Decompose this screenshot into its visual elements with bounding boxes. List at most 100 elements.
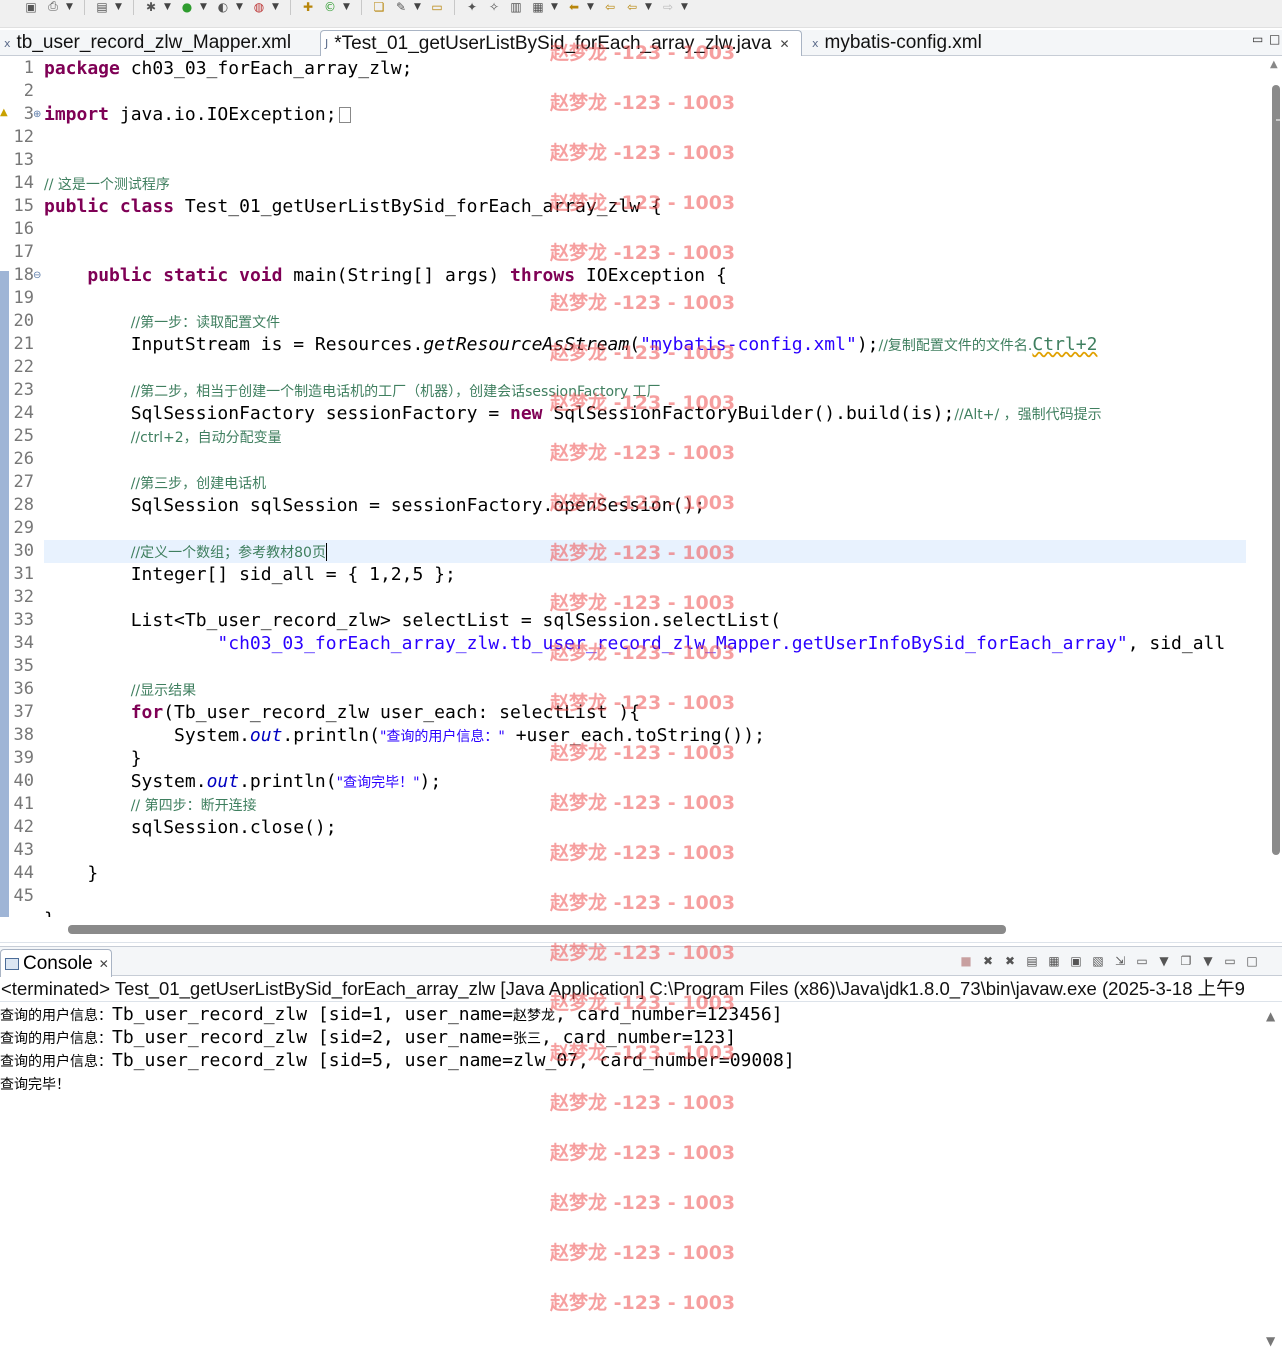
last-edit-icon[interactable]: ⬅ bbox=[565, 0, 583, 16]
close-icon[interactable]: ✕ bbox=[779, 37, 789, 51]
code-line: for(Tb_user_record_zlw user_each: select… bbox=[44, 701, 640, 724]
forward-icon[interactable]: ⇨ bbox=[659, 0, 677, 16]
console-vertical-scrollbar[interactable]: ▲ ▼ bbox=[1262, 1003, 1282, 1350]
line-number: 34 bbox=[13, 633, 34, 653]
comment: // 第四步：断开连接 bbox=[130, 798, 257, 814]
toolbar-separator bbox=[454, 0, 455, 15]
new-package-icon[interactable]: ✚ bbox=[299, 0, 317, 16]
code-area[interactable]: package ch03_03_forEach_array_zlw; impor… bbox=[44, 57, 1246, 917]
code-editor[interactable]: ▲ ⊕ ⊖ 1 2 3 12 13 14 15 16 17 18 19 20 2… bbox=[0, 57, 1282, 917]
chevron-down-icon[interactable]: ▼ bbox=[200, 2, 210, 12]
scroll-up-icon[interactable]: ▲ bbox=[1266, 1009, 1275, 1023]
chevron-down-icon[interactable]: ▼ bbox=[1200, 953, 1216, 969]
open-type-icon[interactable]: ❏ bbox=[370, 0, 388, 16]
chevron-down-icon[interactable]: ▼ bbox=[236, 2, 246, 12]
code-text: .println( bbox=[239, 771, 337, 792]
external-tools-icon[interactable]: ◍ bbox=[250, 0, 268, 16]
console-line: 查询完毕！ bbox=[0, 1072, 70, 1095]
chevron-down-icon[interactable]: ▼ bbox=[587, 2, 597, 12]
maximize-icon[interactable]: □ bbox=[1269, 32, 1280, 46]
code-line: } bbox=[44, 908, 55, 917]
run-icon[interactable]: ● bbox=[178, 0, 196, 16]
scroll-lock-icon[interactable]: ▦ bbox=[1046, 953, 1062, 969]
console-text: 查询的用户信息： bbox=[0, 1054, 112, 1070]
back-icon[interactable]: ⇦ bbox=[601, 0, 619, 16]
code-line: } bbox=[44, 862, 98, 885]
back-icon[interactable]: ⇦ bbox=[623, 0, 641, 16]
line-number: 26 bbox=[13, 449, 34, 469]
close-icon[interactable]: ✕ bbox=[99, 957, 109, 971]
editor-vertical-scrollbar[interactable]: ▲ bbox=[1248, 57, 1282, 917]
chevron-down-icon[interactable]: ▼ bbox=[66, 2, 76, 12]
code-line: public class Test_01_getUserListBySid_fo… bbox=[44, 195, 662, 218]
debug-icon[interactable]: ✱ bbox=[142, 0, 160, 16]
fold-collapse-icon[interactable]: ⊖ bbox=[33, 270, 41, 281]
scroll-down-icon[interactable]: ▼ bbox=[1266, 1334, 1275, 1348]
editor-horizontal-scrollbar[interactable] bbox=[0, 917, 1282, 943]
minimize-icon[interactable]: ▭ bbox=[1222, 953, 1238, 969]
scrollbar-thumb[interactable] bbox=[1272, 85, 1280, 855]
keyword: throws bbox=[510, 265, 576, 286]
tab-console[interactable]: Console ✕ bbox=[0, 949, 112, 977]
scroll-up-icon[interactable]: ▲ bbox=[1270, 59, 1278, 70]
code-text: java.io.IOException; bbox=[109, 104, 337, 125]
code-line: SqlSessionFactory sessionFactory = new S… bbox=[44, 402, 1102, 425]
code-text: SqlSessionFactory sessionFactory = bbox=[130, 403, 510, 424]
code-text: SqlSessionFactoryBuilder().build(is); bbox=[542, 403, 955, 424]
chevron-down-icon[interactable]: ▼ bbox=[1156, 953, 1172, 969]
minimize-icon[interactable]: ▭ bbox=[1252, 32, 1263, 46]
folded-imports-icon[interactable] bbox=[338, 107, 351, 123]
open-folder-icon[interactable]: ▭ bbox=[428, 0, 446, 16]
next-annotation-icon[interactable]: ✦ bbox=[463, 0, 481, 16]
tab-mapper-xml[interactable]: x tb_user_record_zlw_Mapper.xml bbox=[0, 30, 318, 56]
chevron-down-icon[interactable]: ▼ bbox=[681, 2, 691, 12]
print-icon[interactable]: ⎙ bbox=[44, 0, 62, 16]
code-text: System. bbox=[130, 771, 207, 792]
chevron-down-icon[interactable]: ▼ bbox=[272, 2, 282, 12]
chevron-down-icon[interactable]: ▼ bbox=[551, 2, 561, 12]
console-output[interactable]: 查询的用户信息：Tb_user_record_zlw [sid=1, user_… bbox=[0, 1003, 1262, 1350]
line-number: 18 bbox=[13, 265, 34, 285]
line-number: 30 bbox=[13, 541, 34, 561]
coverage-icon[interactable]: ◐ bbox=[214, 0, 232, 16]
clear-console-icon[interactable]: ▤ bbox=[1024, 953, 1040, 969]
tab-mybatis-config[interactable]: x mybatis-config.xml bbox=[808, 30, 1023, 56]
code-text: IOException { bbox=[575, 265, 727, 286]
chevron-down-icon[interactable]: ▼ bbox=[164, 2, 174, 12]
static-field: out bbox=[249, 725, 283, 746]
scrollbar-thumb[interactable] bbox=[68, 925, 1006, 934]
save-icon[interactable]: ▣ bbox=[22, 0, 40, 16]
maximize-icon[interactable]: □ bbox=[1244, 953, 1260, 969]
pin-console-icon[interactable]: ⇲ bbox=[1112, 953, 1128, 969]
comment: //复制配置文件的文件名. bbox=[878, 338, 1033, 354]
console-line: 查询的用户信息：Tb_user_record_zlw [sid=1, user_… bbox=[0, 1003, 783, 1026]
code-text: , sid_all bbox=[1127, 633, 1226, 654]
code-line: public static void main(String[] args) t… bbox=[44, 264, 727, 287]
search-icon[interactable]: ✎ bbox=[392, 0, 410, 16]
open-console-icon[interactable]: ❐ bbox=[1178, 953, 1194, 969]
chevron-down-icon[interactable]: ▼ bbox=[645, 2, 655, 12]
code-line: Integer[] sid_all = { 1,2,5 }; bbox=[44, 563, 456, 586]
console-text: 查询的用户信息： bbox=[0, 1031, 112, 1047]
fold-expand-icon[interactable]: ⊕ bbox=[33, 109, 41, 120]
task-icon[interactable]: ▥ bbox=[507, 0, 525, 16]
show-on-output-icon[interactable]: ▧ bbox=[1090, 953, 1106, 969]
string-literal: "查询的用户信息：" bbox=[379, 729, 505, 745]
chevron-down-icon[interactable]: ▼ bbox=[115, 2, 125, 12]
tab-label: *Test_01_getUserListBySid_forEach_array_… bbox=[334, 32, 772, 54]
remove-all-launches-icon[interactable]: ✖ bbox=[1002, 953, 1018, 969]
chevron-down-icon[interactable]: ▼ bbox=[343, 2, 353, 12]
code-text: System. bbox=[174, 725, 250, 746]
new-java-project-icon[interactable]: ▤ bbox=[93, 0, 111, 16]
new-class-icon[interactable]: © bbox=[321, 0, 339, 16]
terminate-icon[interactable]: ■ bbox=[958, 953, 974, 969]
remove-launch-icon[interactable]: ✖ bbox=[980, 953, 996, 969]
bookmark-icon[interactable]: ▦ bbox=[529, 0, 547, 16]
tab-test-java[interactable]: J *Test_01_getUserListBySid_forEach_arra… bbox=[320, 30, 802, 56]
prev-annotation-icon[interactable]: ✧ bbox=[485, 0, 503, 16]
word-wrap-icon[interactable]: ▣ bbox=[1068, 953, 1084, 969]
overview-ruler-mark[interactable] bbox=[1276, 119, 1280, 121]
chevron-down-icon[interactable]: ▼ bbox=[414, 2, 424, 12]
display-console-icon[interactable]: ▭ bbox=[1134, 953, 1150, 969]
line-number: 17 bbox=[13, 242, 34, 262]
